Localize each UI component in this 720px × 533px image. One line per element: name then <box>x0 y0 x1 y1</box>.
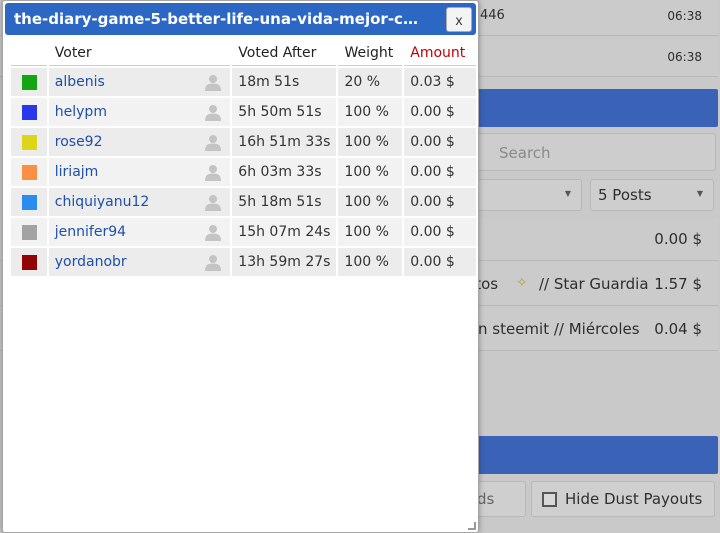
table-row: jennifer94 15h 07m 24s 100 % 0.00 $ <box>11 218 476 246</box>
chevron-down-icon: ▼ <box>564 189 571 198</box>
posts-count-value: 5 Posts <box>598 186 652 204</box>
section-header-bar <box>472 89 718 127</box>
votes-table: Voter Voted After Weight Amount albenis … <box>9 38 478 278</box>
voter-link[interactable]: albenis <box>55 74 105 90</box>
voted-after-cell: 13h 59m 27s <box>232 248 337 276</box>
color-cell <box>11 188 47 216</box>
sparkle-icon: ✧ <box>516 275 528 291</box>
voter-link[interactable]: chiquiyanu12 <box>55 194 150 210</box>
table-row: helypm 5h 50m 51s 100 % 0.00 $ <box>11 98 476 126</box>
row-text: 446 <box>480 8 505 23</box>
person-icon[interactable] <box>204 74 222 91</box>
chevron-down-icon: ▼ <box>696 189 703 198</box>
voter-color-swatch <box>22 164 37 180</box>
search-placeholder: Search <box>499 144 551 162</box>
amount-cell: 0.00 $ <box>404 128 476 156</box>
amount-cell: 0.00 $ <box>404 98 476 126</box>
voted-after-cell: 15h 07m 24s <box>232 218 337 246</box>
weight-cell: 100 % <box>338 188 403 216</box>
person-icon[interactable] <box>204 134 222 151</box>
toggle-button[interactable]: ds <box>472 481 526 517</box>
voted-after-column-header[interactable]: Voted After <box>232 40 337 66</box>
voter-cell: chiquiyanu12 <box>48 188 231 216</box>
posts-count-select[interactable]: 5 Posts ▼ <box>590 179 714 211</box>
amount-cell: 0.00 $ <box>404 158 476 186</box>
voter-column-header[interactable]: Voter <box>48 40 231 66</box>
voter-cell: jennifer94 <box>48 218 231 246</box>
search-input[interactable]: Search <box>472 133 716 171</box>
voter-link[interactable]: rose92 <box>55 134 103 150</box>
person-icon[interactable] <box>204 164 222 181</box>
person-icon[interactable] <box>204 104 222 121</box>
voter-color-swatch <box>22 74 37 90</box>
weight-cell: 100 % <box>338 248 403 276</box>
color-cell <box>11 128 47 156</box>
voted-after-cell: 5h 50m 51s <box>232 98 337 126</box>
table-header: Voter Voted After Weight Amount <box>11 40 476 66</box>
hide-dust-label: Hide Dust Payouts <box>565 490 703 508</box>
voter-color-swatch <box>22 194 37 210</box>
weight-cell: 100 % <box>338 218 403 246</box>
weight-cell: 100 % <box>338 98 403 126</box>
weight-cell: 100 % <box>338 158 403 186</box>
amount-cell: 0.00 $ <box>404 188 476 216</box>
resize-handle[interactable] <box>468 522 476 530</box>
votes-dialog: the-diary-game-5-better-life-una-vida-me… <box>2 0 479 533</box>
color-cell <box>11 158 47 186</box>
table-row: yordanobr 13h 59m 27s 100 % 0.00 $ <box>11 248 476 276</box>
color-cell <box>11 248 47 276</box>
amount-cell: 0.00 $ <box>404 218 476 246</box>
person-icon[interactable] <box>204 224 222 241</box>
voted-after-cell: 16h 51m 33s <box>232 128 337 156</box>
voter-cell: liriajm <box>48 158 231 186</box>
hide-dust-payouts-toggle[interactable]: Hide Dust Payouts <box>531 481 715 517</box>
weight-cell: 100 % <box>338 128 403 156</box>
voter-cell: albenis <box>48 68 231 96</box>
row-time: 06:38 <box>667 50 702 64</box>
total-value: 0.00 $ <box>654 230 702 248</box>
amount-cell: 0.00 $ <box>404 248 476 276</box>
weight-cell: 20 % <box>338 68 403 96</box>
voter-color-swatch <box>22 134 37 150</box>
voter-cell: yordanobr <box>48 248 231 276</box>
voter-cell: helypm <box>48 98 231 126</box>
dialog-titlebar[interactable]: the-diary-game-5-better-life-una-vida-me… <box>5 3 476 35</box>
table-row: albenis 18m 51s 20 % 0.03 $ <box>11 68 476 96</box>
person-icon[interactable] <box>204 254 222 271</box>
table-row: rose92 16h 51m 33s 100 % 0.00 $ <box>11 128 476 156</box>
voter-link[interactable]: liriajm <box>55 164 99 180</box>
post-title-suffix: // Star Guardia <box>539 275 649 293</box>
table-row: chiquiyanu12 5h 18m 51s 100 % 0.00 $ <box>11 188 476 216</box>
weight-column-header[interactable]: Weight <box>338 40 403 66</box>
table-row: liriajm 6h 03m 33s 100 % 0.00 $ <box>11 158 476 186</box>
voter-link[interactable]: yordanobr <box>55 254 127 270</box>
person-icon[interactable] <box>204 194 222 211</box>
voted-after-cell: 5h 18m 51s <box>232 188 337 216</box>
voter-link[interactable]: helypm <box>55 104 107 120</box>
color-column-header <box>11 40 47 66</box>
post-title-fragment: n steemit // Miércoles <box>478 320 640 338</box>
toggle-button-label: ds <box>477 490 495 508</box>
dialog-title: the-diary-game-5-better-life-una-vida-me… <box>14 10 424 28</box>
voted-after-cell: 18m 51s <box>232 68 337 96</box>
voter-cell: rose92 <box>48 128 231 156</box>
color-cell <box>11 68 47 96</box>
row-time: 06:38 <box>667 9 702 23</box>
section-header-bar <box>472 436 718 474</box>
checkbox[interactable] <box>542 492 557 507</box>
amount-column-header[interactable]: Amount <box>404 40 476 66</box>
voter-color-swatch <box>22 224 37 240</box>
amount-cell: 0.03 $ <box>404 68 476 96</box>
voter-link[interactable]: jennifer94 <box>55 224 126 240</box>
voted-after-cell: 6h 03m 33s <box>232 158 337 186</box>
voter-color-swatch <box>22 104 37 120</box>
color-cell <box>11 218 47 246</box>
voter-color-swatch <box>22 254 37 270</box>
color-cell <box>11 98 47 126</box>
post-payout: 0.04 $ <box>648 320 702 338</box>
filter-select[interactable]: ▼ <box>472 179 582 211</box>
post-payout: 1.57 $ <box>648 275 702 293</box>
close-button[interactable]: x <box>446 7 472 32</box>
